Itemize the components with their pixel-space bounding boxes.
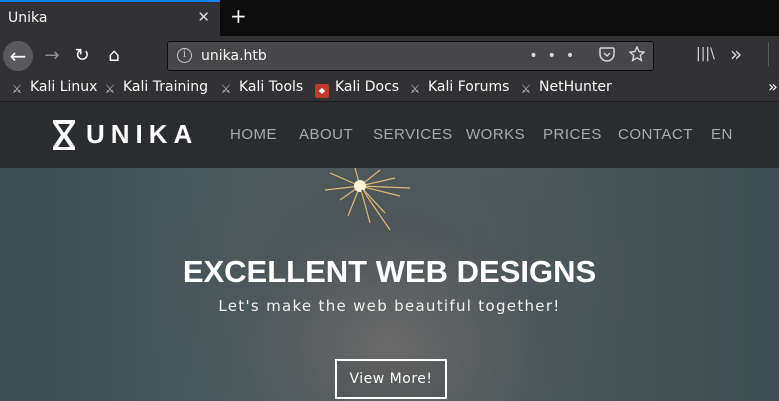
logo-text: UNIKA	[86, 119, 199, 149]
nav-home[interactable]: HOME	[230, 126, 277, 143]
kali-dragon-icon: ⚔	[104, 82, 116, 96]
library-icon[interactable]: |||\	[696, 46, 715, 62]
home-button[interactable]: ⌂	[100, 42, 128, 70]
nav-services[interactable]: SERVICES	[373, 126, 453, 143]
bookmark-kali-linux[interactable]: ⚔ Kali Linux	[10, 79, 98, 96]
navigation-toolbar: ← → ↻ ⌂ i unika.htb ••• |||\ »	[0, 36, 779, 76]
bookmark-label: Kali Training	[123, 79, 208, 95]
tab-title: Unika	[8, 10, 48, 26]
bookmark-nethunter[interactable]: ⚔ NetHunter	[519, 79, 612, 96]
page-actions[interactable]: •••	[529, 45, 646, 64]
bookmark-kali-forums[interactable]: ⚔ Kali Forums	[408, 79, 510, 96]
kali-dragon-icon: ⚔	[409, 82, 421, 96]
hourglass-logo-icon	[53, 120, 75, 150]
back-button[interactable]: ←	[3, 41, 33, 71]
bookmark-label: NetHunter	[539, 79, 612, 95]
bookmarks-toolbar: ⚔ Kali Linux ⚔ Kali Training ⚔ Kali Tools ◆…	[0, 76, 779, 102]
pocket-icon[interactable]	[598, 47, 615, 62]
reload-button[interactable]: ↻	[68, 42, 96, 70]
overflow-chevron-icon[interactable]: »	[730, 42, 742, 66]
web-page: UNIKA HOME ABOUT SERVICES WORKS PRICES C…	[0, 102, 779, 401]
kali-dragon-icon: ⚔	[220, 82, 232, 96]
kali-dragon-icon: ⚔	[11, 82, 23, 96]
kali-docs-icon: ◆	[315, 84, 329, 98]
bookmark-kali-tools[interactable]: ⚔ Kali Tools	[219, 79, 304, 96]
bookmarks-overflow-icon[interactable]: »	[768, 77, 778, 96]
view-more-button[interactable]: View More!	[335, 359, 447, 399]
bookmark-label: Kali Linux	[30, 79, 98, 95]
site-header: UNIKA HOME ABOUT SERVICES WORKS PRICES C…	[0, 102, 779, 168]
bookmark-star-icon[interactable]	[628, 45, 646, 62]
close-tab-icon[interactable]: ✕	[197, 8, 210, 26]
forward-button[interactable]: →	[38, 42, 66, 70]
nav-prices[interactable]: PRICES	[543, 126, 602, 143]
hero-title: EXCELLENT WEB DESIGNS	[182, 254, 597, 289]
tab-unika[interactable]: Unika ✕	[0, 0, 220, 36]
nav-language[interactable]: EN	[711, 126, 733, 143]
bookmark-label: Kali Docs	[335, 79, 400, 95]
page-actions-menu-icon[interactable]: •••	[529, 48, 584, 64]
bookmark-label: Kali Forums	[428, 79, 510, 95]
tab-bar: Unika ✕ +	[0, 0, 779, 36]
nethunter-icon: ⚔	[520, 82, 532, 96]
url-text[interactable]: unika.htb	[201, 48, 267, 64]
nav-contact[interactable]: CONTACT	[618, 126, 693, 143]
sparkler-image	[324, 168, 411, 248]
site-info-icon[interactable]: i	[177, 48, 192, 63]
nav-works[interactable]: WORKS	[466, 126, 525, 143]
address-bar[interactable]: i unika.htb •••	[167, 41, 654, 71]
menu-separator	[768, 42, 779, 66]
nav-about[interactable]: ABOUT	[299, 126, 353, 143]
new-tab-button[interactable]: +	[230, 4, 247, 28]
hero-subtitle: Let's make the web beautiful together!	[218, 297, 561, 315]
hero-section: EXCELLENT WEB DESIGNS Let's make the web…	[0, 168, 779, 401]
bookmark-label: Kali Tools	[239, 79, 304, 95]
bookmark-kali-training[interactable]: ⚔ Kali Training	[103, 79, 208, 96]
bookmark-kali-docs[interactable]: ◆ Kali Docs	[315, 79, 399, 98]
